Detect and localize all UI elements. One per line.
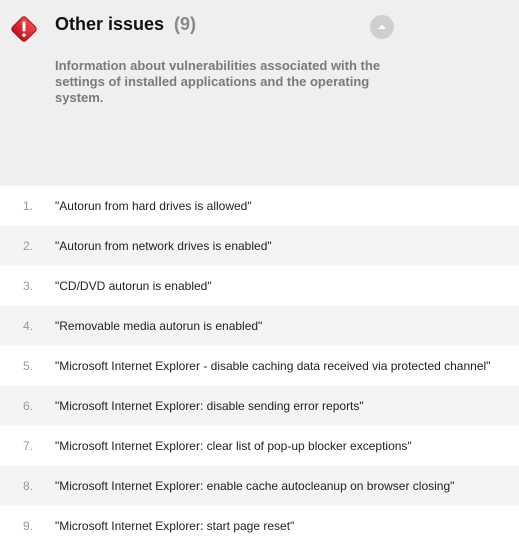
issue-row[interactable]: 4. "Removable media autorun is enabled"	[0, 306, 519, 346]
section-title: Other issues	[55, 14, 165, 34]
issue-row[interactable]: 3. "CD/DVD autorun is enabled"	[0, 266, 519, 306]
issue-number: 9.	[22, 519, 33, 533]
issue-row[interactable]: 1. "Autorun from hard drives is allowed"	[0, 186, 519, 226]
alert-icon	[11, 16, 37, 42]
issue-row[interactable]: 8. "Microsoft Internet Explorer: enable …	[0, 466, 519, 506]
section-title-row: Other issues (9)	[55, 14, 196, 38]
issue-text: "Microsoft Internet Explorer: clear list…	[55, 439, 412, 453]
issue-row[interactable]: 6. "Microsoft Internet Explorer: disable…	[0, 386, 519, 426]
issue-row[interactable]: 7. "Microsoft Internet Explorer: clear l…	[0, 426, 519, 466]
issue-text: "Microsoft Internet Explorer: enable cac…	[55, 479, 455, 493]
issue-text: "Microsoft Internet Explorer - disable c…	[55, 359, 491, 373]
issue-text: "Autorun from network drives is enabled"	[55, 239, 272, 253]
issues-list: 1. "Autorun from hard drives is allowed"…	[0, 186, 519, 546]
collapse-button[interactable]	[370, 15, 394, 39]
issue-number: 2.	[22, 239, 33, 253]
issue-number: 6.	[22, 399, 33, 413]
issue-row[interactable]: 2. "Autorun from network drives is enabl…	[0, 226, 519, 266]
issue-text: "Removable media autorun is enabled"	[55, 319, 263, 333]
chevron-up-icon	[378, 24, 386, 29]
issue-text: "Microsoft Internet Explorer: start page…	[55, 519, 295, 533]
section-description: Information about vulnerabilities associ…	[55, 58, 381, 105]
issue-number: 8.	[22, 479, 33, 493]
issues-header: Other issues (9) Information about vulne…	[0, 0, 519, 186]
issue-row[interactable]: 5. "Microsoft Internet Explorer - disabl…	[0, 346, 519, 386]
issue-number: 4.	[22, 319, 33, 333]
issue-count: (9)	[174, 14, 197, 34]
issue-number: 1.	[22, 199, 33, 213]
issue-text: "CD/DVD autorun is enabled"	[55, 279, 212, 293]
issue-text: "Autorun from hard drives is allowed"	[55, 199, 252, 213]
issue-number: 5.	[22, 359, 33, 373]
issue-number: 3.	[22, 279, 33, 293]
issue-number: 7.	[22, 439, 33, 453]
issue-row[interactable]: 9. "Microsoft Internet Explorer: start p…	[0, 506, 519, 546]
issue-text: "Microsoft Internet Explorer: disable se…	[55, 399, 364, 413]
